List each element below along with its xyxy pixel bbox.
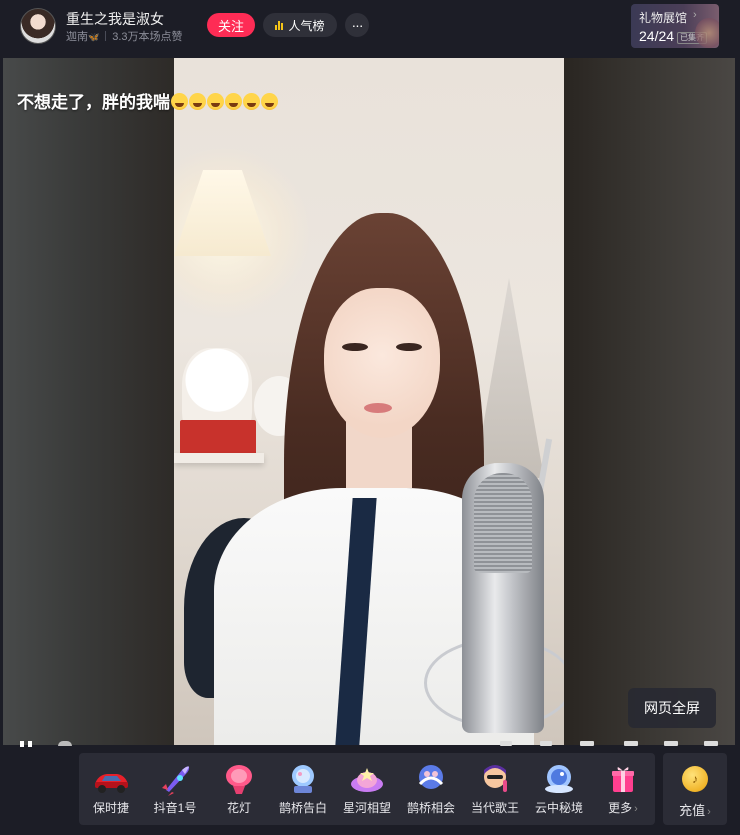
streamer-eye <box>396 343 422 351</box>
ranking-button[interactable]: 人气榜 <box>263 13 337 37</box>
bar-chart-icon <box>275 20 284 30</box>
chevron-right-icon: › <box>707 806 711 818</box>
gift-item-singer-king[interactable]: 当代歌王 <box>463 753 527 825</box>
laughing-emoji-icon <box>261 93 278 110</box>
streamer-lips <box>364 403 392 413</box>
gift-gallery-decoration <box>695 18 719 48</box>
gift-gallery-title: 礼物展馆 <box>639 11 688 25</box>
laughing-emoji-icon <box>207 93 224 110</box>
rocket-icon <box>156 762 194 796</box>
pause-icon[interactable] <box>20 741 34 747</box>
live-room: 重生之我是淑女 迦南🦋 3.3万本场点赞 关注 人气榜 ··· 礼物展馆 › 2… <box>0 0 740 835</box>
gift-box-icon <box>604 762 642 796</box>
room-title-overlay: 不想走了，胖的我喘 <box>17 88 278 113</box>
gift-item-cloud-realm[interactable]: 云中秘境 <box>527 753 591 825</box>
streamer-avatar[interactable] <box>20 8 56 44</box>
gift-label: 花灯 <box>226 801 251 815</box>
coin-icon: ♪ <box>682 766 708 792</box>
gift-label: 鹊桥相会 <box>406 801 455 815</box>
streamer-sub-name: 迦南🦋 <box>66 31 100 43</box>
gift-more-label: 更多 › <box>608 801 638 815</box>
sports-car-icon <box>92 762 130 796</box>
more-options-button[interactable]: ··· <box>345 13 369 37</box>
gift-item-magpie-confession[interactable]: 鹊桥告白 <box>271 753 335 825</box>
web-fullscreen-button[interactable]: 网页全屏 <box>628 688 716 728</box>
chevron-right-icon: › <box>634 803 638 815</box>
gift-label: 云中秘境 <box>534 801 583 815</box>
crystal-ball-icon <box>284 762 322 796</box>
gift-item-more[interactable]: 更多 › <box>591 753 655 825</box>
singer-icon <box>476 762 514 796</box>
picture-in-picture-icon[interactable] <box>624 741 638 746</box>
gift-bar: 保时捷 抖音1号 花灯 鹊桥告白 星河相望 鹊桥相会 当代歌王 云中秘境 更多 … <box>79 753 655 825</box>
gift-gallery-count: 24/24 <box>639 28 675 44</box>
divider <box>105 31 107 41</box>
live-video[interactable]: 不想走了，胖的我喘 网页全屏 <box>3 58 735 745</box>
streamer-name[interactable]: 重生之我是淑女 <box>66 9 164 29</box>
refresh-icon[interactable] <box>58 741 72 746</box>
gift-item-magpie-meeting[interactable]: 鹊桥相会 <box>399 753 463 825</box>
recharge-label: 充值 › <box>679 803 711 818</box>
streamer-sub-line: 迦南🦋 3.3万本场点赞 <box>66 28 183 44</box>
danmaku-settings-icon[interactable] <box>540 741 552 746</box>
magpie-bridge-icon <box>412 762 450 796</box>
room-header: 重生之我是淑女 迦南🦋 3.3万本场点赞 关注 人气榜 ··· 礼物展馆 › 2… <box>0 0 740 52</box>
gift-label: 星河相望 <box>342 801 391 815</box>
christmas-tree <box>474 278 544 478</box>
laughing-emoji-icon <box>189 93 206 110</box>
follow-button[interactable]: 关注 <box>207 13 255 37</box>
gift-gallery-card[interactable]: 礼物展馆 › 24/24 已集齐 <box>631 4 719 48</box>
chevron-right-icon: › <box>693 9 697 21</box>
gift-label: 保时捷 <box>92 801 129 815</box>
gift-item-porsche[interactable]: 保时捷 <box>79 753 143 825</box>
theater-mode-icon[interactable] <box>664 741 678 746</box>
likes-count: 3.3万本场点赞 <box>112 31 183 43</box>
streamer-eye <box>342 343 368 351</box>
ranking-label: 人气榜 <box>288 18 325 33</box>
laughing-emoji-icon <box>171 93 188 110</box>
gift-label: 抖音1号 <box>153 801 197 815</box>
volume-icon[interactable] <box>580 741 594 746</box>
butterfly-icon: 🦋 <box>88 32 100 42</box>
gift-item-starry-river[interactable]: 星河相望 <box>335 753 399 825</box>
laughing-emoji-icon <box>243 93 260 110</box>
starry-river-icon <box>348 762 386 796</box>
recharge-button[interactable]: ♪ 充值 › <box>663 753 727 825</box>
fullscreen-icon[interactable] <box>704 741 718 746</box>
gift-label: 当代歌王 <box>470 801 519 815</box>
microphone-grill <box>474 473 532 573</box>
gift-label: 鹊桥告白 <box>278 801 327 815</box>
streamer-face <box>324 288 440 438</box>
cloud-realm-icon <box>540 762 578 796</box>
shelf <box>174 453 264 463</box>
flower-lantern-icon <box>220 762 258 796</box>
video-frame <box>174 58 564 745</box>
gift-item-douyin-1[interactable]: 抖音1号 <box>143 753 207 825</box>
room-title-text: 不想走了，胖的我喘 <box>17 93 170 112</box>
laughing-emoji-icon <box>225 93 242 110</box>
gift-item-flower-lantern[interactable]: 花灯 <box>207 753 271 825</box>
danmaku-icon[interactable] <box>500 741 512 746</box>
laughing-emoji-group <box>170 93 278 112</box>
